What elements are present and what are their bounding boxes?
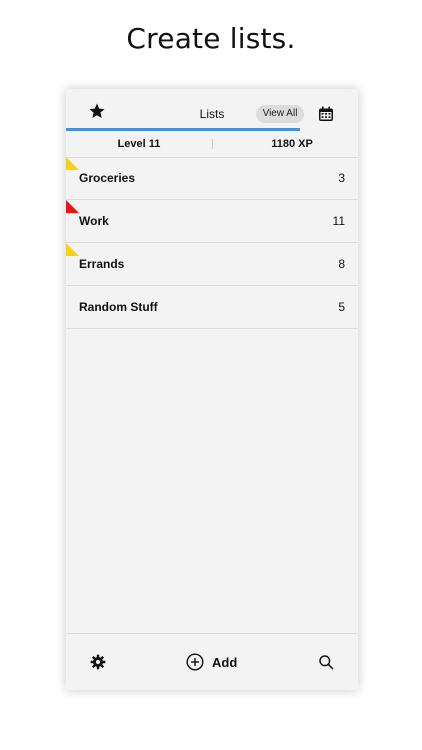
gear-icon[interactable]: [90, 654, 106, 670]
list-item-work[interactable]: Work 11: [66, 200, 358, 243]
list-item-name: Groceries: [79, 171, 136, 185]
promo-caption: Create lists.: [126, 22, 296, 55]
add-label: Add: [212, 654, 238, 670]
plus-circle-icon: [186, 653, 204, 671]
level-bar: Level 11 1180 XP: [66, 131, 358, 158]
list-item-count: 3: [338, 171, 345, 185]
list-item-name: Random Stuff: [79, 300, 158, 314]
search-icon[interactable]: [318, 654, 334, 670]
app-screen: Lists View All Level 11 1180 XP Grocerie…: [66, 89, 358, 690]
level-divider: [212, 139, 213, 149]
list-item-name: Work: [79, 214, 109, 228]
page-title: Lists: [199, 107, 225, 121]
lists-container: Groceries 3 Work 11 Errands 8 Random Stu…: [66, 157, 358, 329]
list-item-count: 11: [332, 214, 345, 228]
bottom-toolbar: Add: [66, 633, 358, 690]
list-item-errands[interactable]: Errands 8: [66, 243, 358, 286]
calendar-icon[interactable]: [318, 106, 334, 122]
top-bar: Lists View All: [66, 89, 358, 130]
list-item-name: Errands: [79, 257, 125, 271]
add-list-button[interactable]: Add: [186, 652, 237, 672]
view-all-button[interactable]: View All: [256, 105, 304, 123]
list-item-random-stuff[interactable]: Random Stuff 5: [66, 286, 358, 329]
list-item-groceries[interactable]: Groceries 3: [66, 157, 358, 200]
level-label: Level 11: [117, 138, 161, 150]
list-item-count: 8: [338, 257, 345, 271]
xp-label: 1180 XP: [271, 138, 313, 150]
list-item-count: 5: [338, 300, 345, 314]
